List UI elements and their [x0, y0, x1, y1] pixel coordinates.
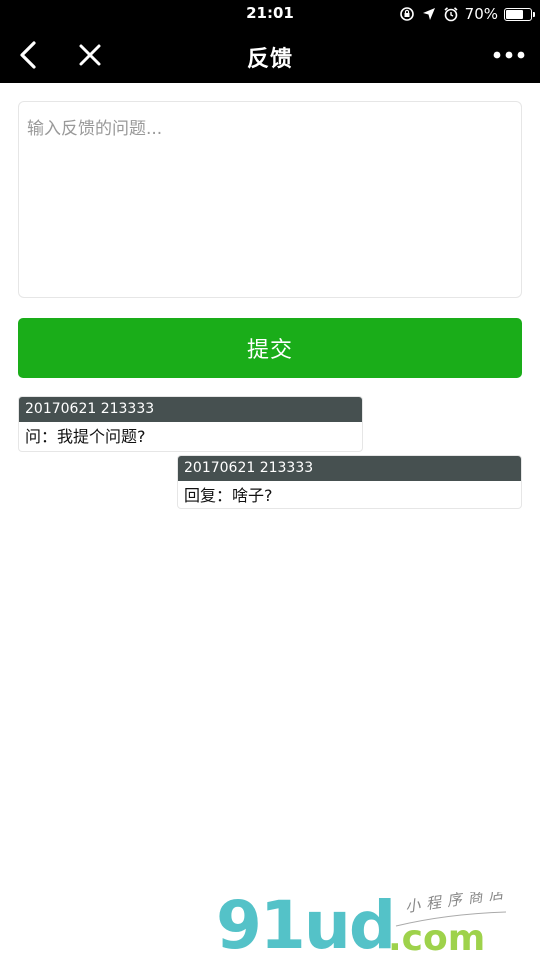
rotation-lock-icon: [399, 6, 415, 22]
submit-button[interactable]: 提交: [18, 318, 522, 378]
watermark-logo-text: 91ud: [216, 892, 394, 956]
battery-icon: [504, 7, 535, 21]
message-question: 20170621 213333 问：我提个问题?: [18, 396, 363, 452]
message-text: 问：我提个问题?: [25, 427, 146, 446]
more-dots-icon[interactable]: [492, 46, 526, 64]
message-timestamp: 20170621 213333: [19, 397, 362, 422]
feedback-input[interactable]: [19, 102, 521, 297]
message-timestamp: 20170621 213333: [178, 456, 521, 481]
status-icons: 70%: [399, 4, 535, 24]
feedback-box: [18, 101, 522, 298]
watermark-logo: 91ud .com 小程序商店: [216, 884, 516, 960]
battery-percent: 70%: [464, 5, 498, 23]
message-reply: 20170621 213333 回复：啥子?: [177, 455, 522, 509]
page-title: 反馈: [246, 47, 293, 72]
alarm-icon: [443, 6, 459, 22]
location-arrow-icon: [421, 6, 437, 22]
status-bar: 21:01 70%: [0, 0, 540, 28]
battery-fill: [506, 9, 523, 19]
message-text: 回复：啥子?: [184, 486, 273, 505]
watermark-domain: .com: [388, 918, 485, 956]
nav-bar: 反馈: [0, 28, 540, 83]
